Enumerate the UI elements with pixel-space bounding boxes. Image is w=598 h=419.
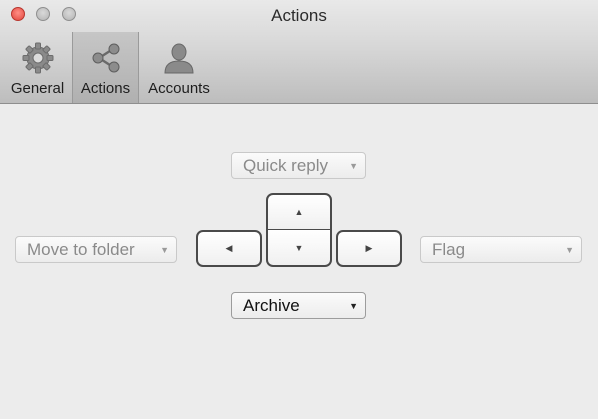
right-arrow-icon: ▶ bbox=[365, 243, 373, 253]
chevron-down-icon: ▼ bbox=[349, 301, 358, 311]
up-action-popup[interactable]: Quick reply ▼ bbox=[231, 152, 366, 179]
left-action-popup[interactable]: Move to folder ▼ bbox=[15, 236, 177, 263]
person-icon bbox=[164, 43, 194, 74]
window-title: Actions bbox=[271, 6, 327, 25]
up-arrow-icon: ▲ bbox=[294, 207, 304, 217]
tab-accounts-label: Accounts bbox=[148, 80, 210, 97]
preferences-window: Actions General Actions Accounts Quick r… bbox=[0, 0, 598, 419]
right-action-value: Flag bbox=[432, 239, 466, 259]
up-action-value: Quick reply bbox=[243, 155, 329, 175]
tab-general-label: General bbox=[10, 80, 65, 97]
tab-actions-label: Actions bbox=[80, 80, 131, 97]
down-arrow-icon: ▼ bbox=[294, 242, 304, 253]
toolbar: Actions General Actions Accounts bbox=[0, 0, 598, 104]
right-arrow-key[interactable]: ▶ bbox=[336, 230, 402, 267]
share-icon bbox=[92, 43, 119, 73]
right-action-popup[interactable]: Flag ▼ bbox=[420, 236, 582, 263]
chevron-down-icon: ▼ bbox=[565, 245, 574, 255]
left-arrow-icon: ◀ bbox=[225, 243, 233, 253]
left-arrow-key[interactable]: ◀ bbox=[196, 230, 262, 267]
left-action-value: Move to folder bbox=[27, 239, 135, 259]
down-action-value: Archive bbox=[243, 295, 300, 315]
tab-actions[interactable]: Actions bbox=[72, 32, 139, 103]
gear-icon bbox=[22, 42, 53, 74]
chevron-down-icon: ▼ bbox=[160, 245, 169, 255]
chevron-down-icon: ▼ bbox=[349, 161, 358, 171]
tab-general[interactable]: General bbox=[4, 32, 71, 103]
tab-accounts[interactable]: Accounts bbox=[141, 32, 217, 103]
down-arrow-key[interactable]: ▼ bbox=[266, 229, 332, 267]
down-action-popup[interactable]: Archive ▼ bbox=[231, 292, 366, 319]
up-arrow-key[interactable]: ▲ bbox=[266, 193, 332, 230]
